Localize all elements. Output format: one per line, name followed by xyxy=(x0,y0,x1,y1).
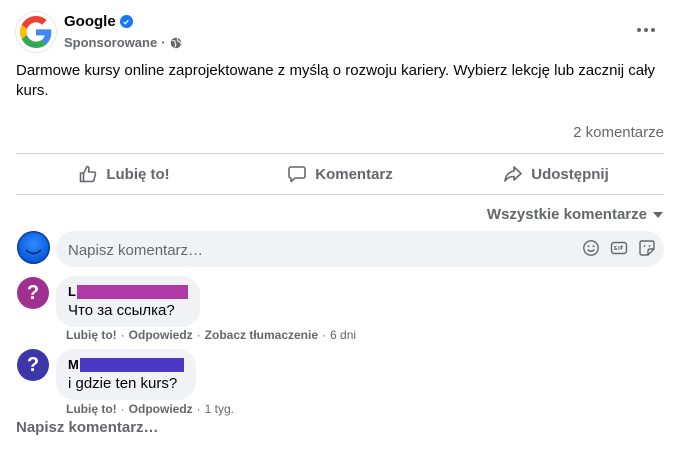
google-logo-icon xyxy=(20,16,52,48)
dot-icon xyxy=(644,28,648,32)
comment-count-link[interactable]: 2 komentarze xyxy=(573,124,664,141)
comment-button[interactable]: Komentarz xyxy=(232,154,448,194)
comment-author[interactable]: M xyxy=(68,357,184,372)
composer-tools xyxy=(582,239,656,257)
comment-actions: Lubię to! · Odpowiedz · Zobacz tłumaczen… xyxy=(66,328,356,342)
dot-icon xyxy=(651,28,655,32)
redacted-name xyxy=(76,284,188,299)
sticker-icon[interactable] xyxy=(638,239,656,257)
author-initial: L xyxy=(68,284,76,299)
avatar-glyph: ? xyxy=(26,281,40,304)
comment-reply-link[interactable]: Odpowiedz xyxy=(129,328,193,342)
separator-dot: · xyxy=(120,328,125,342)
separator-dot: · xyxy=(196,328,201,342)
smiley-avatar-icon xyxy=(25,249,42,255)
separator-dot: · xyxy=(120,402,125,416)
author-initial: M xyxy=(68,357,79,372)
gif-icon[interactable] xyxy=(610,239,628,257)
comment-label: Komentarz xyxy=(315,165,393,183)
commenter-avatar[interactable]: ? xyxy=(17,277,49,309)
comment-time[interactable]: 6 dni xyxy=(330,328,356,342)
page-name[interactable]: Google xyxy=(64,13,133,30)
comment-bubble: L Что за ссылка? xyxy=(56,276,200,327)
share-button[interactable]: Udostępnij xyxy=(448,154,664,194)
post-card: Google Sponsorowane · Darmowe kursy onli… xyxy=(0,0,680,449)
comment-author[interactable]: L xyxy=(68,284,188,299)
like-button[interactable]: Lubię to! xyxy=(16,154,232,194)
comment-time[interactable]: 1 tyg. xyxy=(205,402,234,416)
sponsored-line: Sponsorowane · xyxy=(64,35,182,50)
comment-bubble: M i gdzie ten kurs? xyxy=(56,349,196,400)
verified-badge-icon xyxy=(119,15,133,28)
divider xyxy=(16,194,664,195)
action-bar: Lubię to! Komentarz Udostępnij xyxy=(16,154,664,194)
comment-sort-dropdown[interactable]: Wszystkie komentarze xyxy=(487,206,663,223)
separator-dot: · xyxy=(196,402,201,416)
globe-icon xyxy=(170,37,181,48)
google-page-avatar[interactable] xyxy=(16,12,56,52)
avatar-glyph: ? xyxy=(26,353,40,376)
redacted-name xyxy=(79,357,184,372)
post-text: Darmowe kursy online zaprojektowane z my… xyxy=(16,62,655,99)
separator-dot: · xyxy=(161,35,166,50)
comment-bubble-icon xyxy=(288,166,307,183)
comment-reply-link[interactable]: Odpowiedz xyxy=(129,402,193,416)
share-arrow-icon xyxy=(504,166,523,182)
write-comment-link[interactable]: Napisz komentarz… xyxy=(16,419,159,436)
comment-input[interactable] xyxy=(66,231,570,269)
comment-text: i gdzie ten kurs? xyxy=(68,375,178,392)
like-label: Lubię to! xyxy=(106,165,170,183)
comment-sort-label: Wszystkie komentarze xyxy=(486,206,647,223)
page-name-label[interactable]: Google xyxy=(64,13,116,30)
comment-text: Что за ссылка? xyxy=(68,302,175,319)
caret-down-icon xyxy=(653,211,663,218)
emoji-icon[interactable] xyxy=(582,239,600,257)
dot-icon xyxy=(637,28,641,32)
more-options-button[interactable] xyxy=(632,18,660,42)
separator-dot: · xyxy=(322,328,327,342)
thumbs-up-icon xyxy=(80,165,97,183)
comment-like-link[interactable]: Lubię to! xyxy=(66,402,117,416)
comment-actions: Lubię to! · Odpowiedz · 1 tyg. xyxy=(66,402,234,416)
current-user-avatar[interactable] xyxy=(17,231,50,264)
sponsored-label[interactable]: Sponsorowane xyxy=(64,35,157,50)
share-label: Udostępnij xyxy=(531,165,609,183)
comment-like-link[interactable]: Lubię to! xyxy=(66,328,117,342)
see-translation-link[interactable]: Zobacz tłumaczenie xyxy=(205,328,318,342)
comment-composer[interactable] xyxy=(56,231,664,269)
commenter-avatar[interactable]: ? xyxy=(17,349,49,381)
